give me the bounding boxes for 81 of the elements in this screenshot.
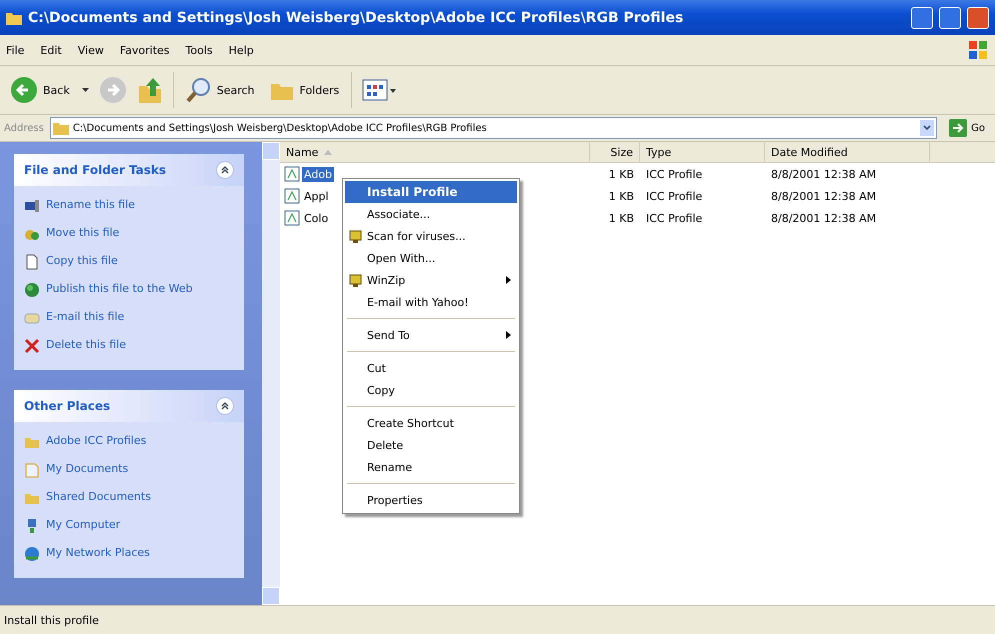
folders-button[interactable]: Folders: [266, 76, 342, 104]
menu-item[interactable]: Scan for viruses...: [345, 225, 517, 247]
task-icon: [24, 338, 40, 354]
task-link[interactable]: My Documents: [46, 462, 128, 475]
table-cell-text: ICC Profile: [645, 212, 704, 224]
menu-item[interactable]: Edit: [40, 44, 62, 56]
place-icon: [24, 462, 40, 478]
up-folder-icon[interactable]: [136, 76, 163, 104]
menu-item[interactable]: Copy: [345, 379, 517, 401]
menu-item[interactable]: Delete: [345, 434, 517, 456]
file-icon: [284, 188, 300, 204]
menu-item[interactable]: Install Profile: [345, 181, 517, 203]
menu-item[interactable]: File: [6, 44, 24, 56]
task-link[interactable]: Rename this file: [46, 198, 135, 211]
program-icon: [348, 228, 364, 244]
task-link[interactable]: Adobe ICC Profiles: [46, 434, 146, 447]
folder-icon: [52, 121, 69, 135]
menu-item[interactable]: Rename: [345, 456, 517, 478]
address-label: Address: [4, 122, 44, 134]
file-name[interactable]: Colo: [302, 210, 330, 226]
collapse-icon[interactable]: [216, 397, 234, 415]
task-link[interactable]: My Network Places: [46, 546, 150, 559]
windows-flag-icon: [967, 39, 989, 61]
menu-item[interactable]: Favorites: [120, 44, 170, 56]
task-link[interactable]: E-mail this file: [46, 310, 124, 323]
window-title: C:\Documents and Settings\Josh Weisberg\Desktop\Adobe ICC Profiles\RGB Profiles: [28, 10, 684, 26]
submenu-arrow-icon: [506, 331, 511, 339]
file-icon: [284, 210, 300, 226]
table-cell-text: 1 KB: [608, 190, 635, 202]
column-header[interactable]: Name: [280, 142, 590, 162]
column-header[interactable]: Date Modified: [765, 142, 930, 162]
task-icon: [24, 198, 40, 214]
file-name[interactable]: Appl: [302, 188, 331, 204]
menu-item[interactable]: Help: [228, 44, 254, 56]
close-button[interactable]: [967, 6, 989, 28]
minimize-button[interactable]: [911, 6, 933, 28]
task-link[interactable]: Delete this file: [46, 338, 126, 351]
submenu-arrow-icon: [506, 276, 511, 284]
task-link[interactable]: Copy this file: [46, 254, 118, 267]
task-link[interactable]: Move this file: [46, 226, 120, 239]
folder-icon: [6, 10, 22, 24]
table-cell-text: 8/8/2001 12:38 AM: [770, 190, 878, 202]
table-cell-text: ICC Profile: [645, 190, 704, 202]
task-link[interactable]: Publish this file to the Web: [46, 282, 193, 295]
place-icon: [24, 546, 40, 562]
task-icon: [24, 254, 40, 270]
menu-item[interactable]: Cut: [345, 357, 517, 379]
views-icon[interactable]: [362, 78, 396, 102]
program-icon: [348, 272, 364, 288]
table-cell-text: 8/8/2001 12:38 AM: [770, 212, 878, 224]
menu-item[interactable]: Tools: [186, 44, 213, 56]
table-cell-text: 8/8/2001 12:38 AM: [770, 168, 878, 180]
scrollbar[interactable]: [262, 142, 280, 605]
task-link[interactable]: Shared Documents: [46, 490, 151, 503]
sort-arrow-icon: [324, 150, 332, 154]
task-link[interactable]: My Computer: [46, 518, 120, 531]
menu-item[interactable]: Associate...: [345, 203, 517, 225]
menu-item[interactable]: Open With...: [345, 247, 517, 269]
menu-item[interactable]: Create Shortcut: [345, 412, 517, 434]
maximize-button[interactable]: [939, 6, 961, 28]
search-icon: [186, 77, 212, 103]
back-button[interactable]: Back: [8, 74, 72, 106]
status-text: Install this profile: [4, 614, 99, 626]
table-cell-text: 1 KB: [608, 168, 635, 180]
menu-item[interactable]: Properties: [345, 489, 517, 511]
column-header[interactable]: Type: [640, 142, 765, 162]
task-icon: [24, 282, 40, 298]
column-header[interactable]: Size: [590, 142, 640, 162]
table-cell-text: 1 KB: [608, 212, 635, 224]
dropdown-arrow-icon[interactable]: [82, 88, 89, 92]
menu-item[interactable]: View: [78, 44, 104, 56]
table-cell-text: ICC Profile: [645, 168, 704, 180]
file-icon: [284, 166, 300, 182]
collapse-icon[interactable]: [216, 161, 234, 179]
file-name[interactable]: Adob: [302, 166, 334, 182]
menu-item[interactable]: E-mail with Yahoo!: [345, 291, 517, 313]
menu-item[interactable]: WinZip: [345, 269, 517, 291]
search-button[interactable]: Search: [184, 75, 257, 105]
address-field[interactable]: C:\Documents and Settings\Josh Weisberg\Desktop\Adobe ICC Profiles\RGB Profiles: [50, 117, 938, 139]
menu-item[interactable]: Send To: [345, 324, 517, 346]
go-button[interactable]: Go: [943, 118, 991, 138]
